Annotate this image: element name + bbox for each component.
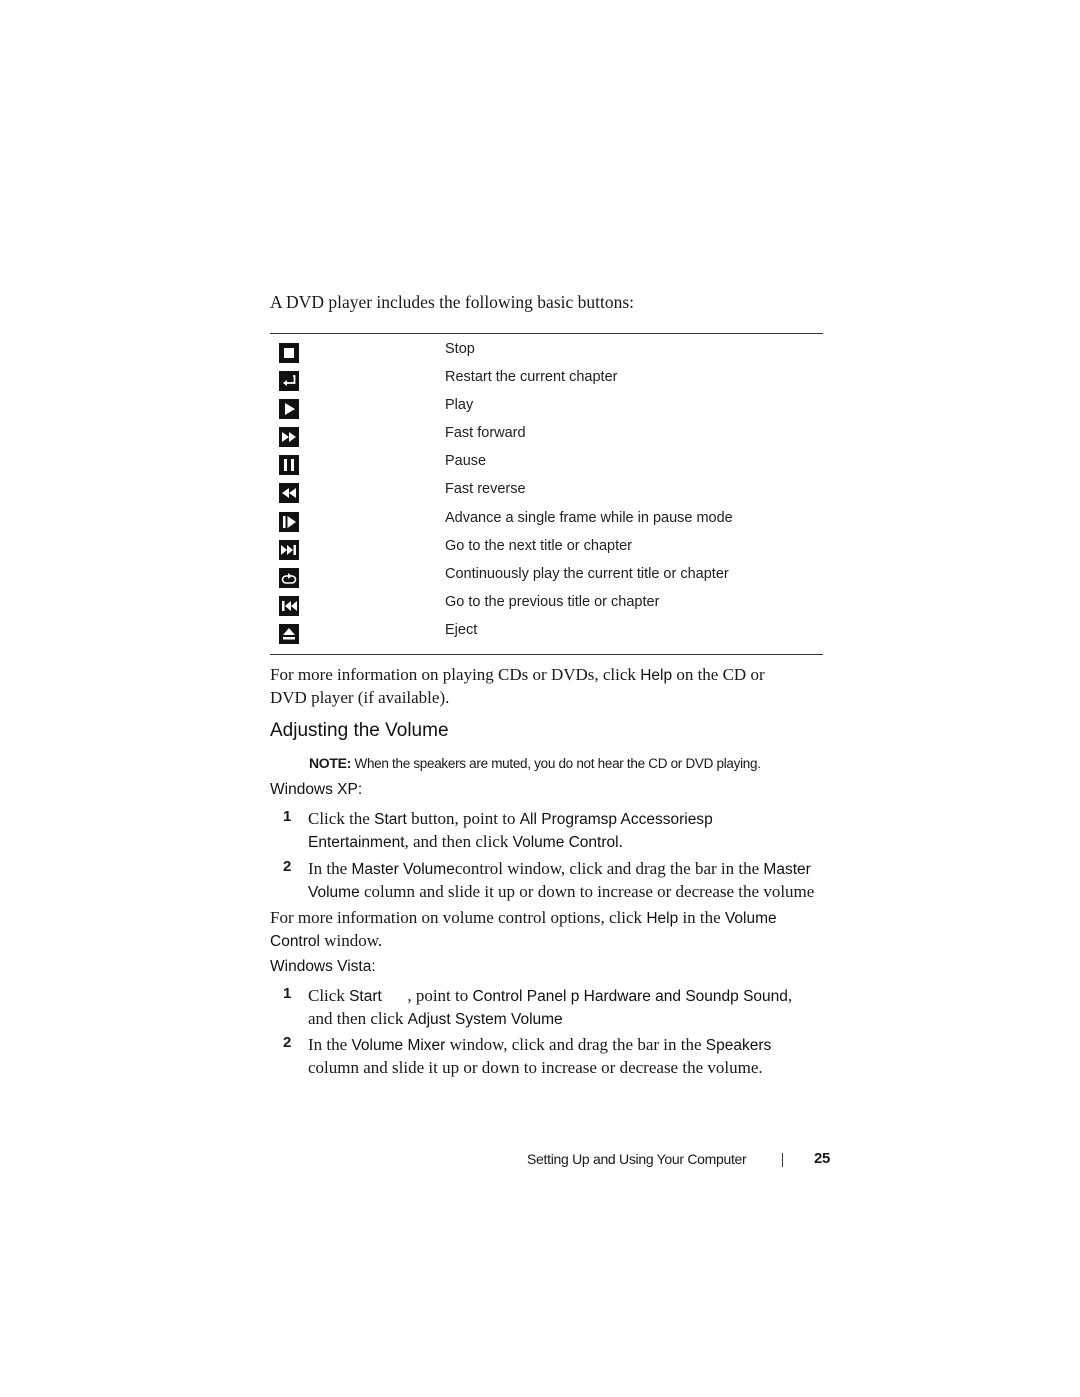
step-number: 2: [283, 1034, 292, 1051]
footer-separator: [782, 1153, 783, 1167]
button-row-pause: Pause: [279, 453, 823, 475]
intro-text: A DVD player includes the following basi…: [270, 292, 635, 312]
footer-section-title: Setting Up and Using Your Computer: [527, 1151, 747, 1167]
button-description: Play: [445, 397, 474, 413]
page-number: 25: [814, 1150, 831, 1167]
button-row-frame-advance: Advance a single frame while in pause mo…: [279, 510, 823, 532]
button-description: Restart the current chapter: [445, 369, 618, 385]
button-description: Stop: [445, 341, 475, 357]
table-top-rule: [270, 333, 823, 334]
note-callout: NOTE: When the speakers are muted, you d…: [309, 755, 761, 771]
step-text: Click Start , point to Control Panel p H…: [308, 986, 793, 1028]
fast-reverse-icon: [279, 483, 299, 503]
button-row-next-title: Go to the next title or chapter: [279, 538, 823, 560]
step-text: In the Master Volumecontrol window, clic…: [308, 859, 815, 901]
button-row-previous-title: Go to the previous title or chapter: [279, 594, 823, 616]
pause-icon: [279, 455, 299, 475]
button-description: Go to the next title or chapter: [445, 538, 632, 554]
button-row-restart: Restart the current chapter: [279, 369, 823, 391]
button-description: Fast forward: [445, 425, 526, 441]
button-description: Eject: [445, 622, 478, 638]
button-description: Go to the previous title or chapter: [445, 594, 660, 610]
next-title-icon: [279, 540, 299, 560]
fast-forward-icon: [279, 427, 299, 447]
table-bottom-rule: [270, 654, 823, 655]
windows-vista-subheading: Windows Vista:: [270, 958, 376, 975]
button-row-fast-reverse: Fast reverse: [279, 481, 823, 503]
step-number: 1: [283, 808, 292, 825]
button-row-stop: Stop: [279, 341, 823, 363]
restart-chapter-icon: [279, 371, 299, 391]
stop-icon: [279, 343, 299, 363]
note-text: When the speakers are muted, you do not …: [351, 756, 761, 771]
cd-dvd-help-paragraph: For more information on playing CDs or D…: [270, 665, 765, 707]
windows-xp-subheading: Windows XP:: [270, 781, 363, 798]
step-text: Click the Start button, point to All Pro…: [308, 809, 713, 851]
help-menu-reference: Help: [640, 667, 673, 684]
step-number: 1: [283, 985, 292, 1002]
step-text: In the Volume Mixer window, click and dr…: [308, 1035, 772, 1077]
volume-help-paragraph: For more information on volume control o…: [270, 908, 777, 950]
previous-title-icon: [279, 596, 299, 616]
button-description: Continuously play the current title or c…: [445, 566, 729, 582]
section-heading: Adjusting the Volume: [270, 720, 449, 741]
step-number: 2: [283, 858, 292, 875]
button-row-fast-forward: Fast forward: [279, 425, 823, 447]
button-description: Advance a single frame while in pause mo…: [445, 510, 733, 526]
button-row-repeat: Continuously play the current title or c…: [279, 566, 823, 588]
button-description: Pause: [445, 453, 487, 469]
eject-icon: [279, 624, 299, 644]
button-description: Fast reverse: [445, 481, 526, 497]
button-row-play: Play: [279, 397, 823, 419]
button-row-eject: Eject: [279, 622, 823, 644]
play-icon: [279, 399, 299, 419]
note-label: NOTE:: [309, 755, 352, 771]
repeat-icon: [279, 568, 299, 588]
frame-advance-icon: [279, 512, 299, 532]
